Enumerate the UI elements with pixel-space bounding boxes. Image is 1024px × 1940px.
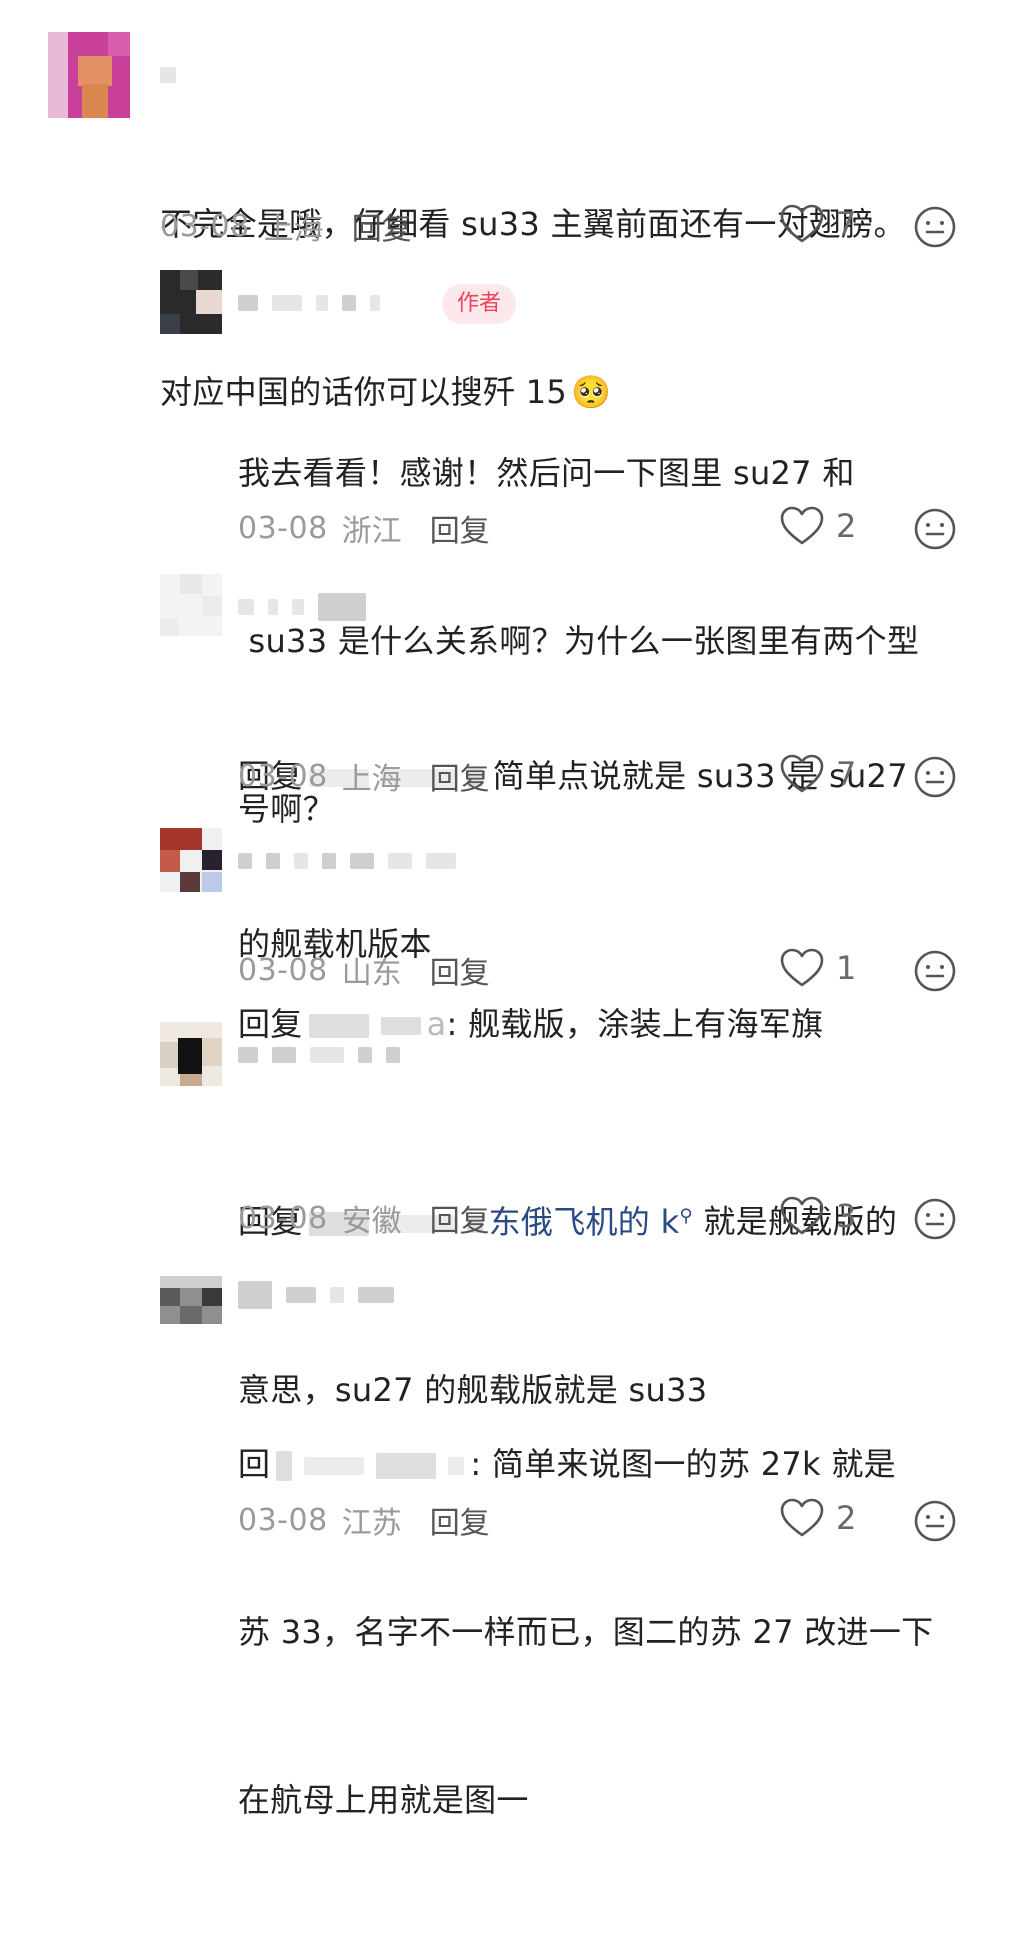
comment-location: 浙江 bbox=[341, 514, 402, 549]
avatar[interactable] bbox=[160, 270, 222, 334]
comment-meta: 03-08 山东 回复 bbox=[238, 948, 490, 992]
mention-blurred bbox=[376, 1453, 437, 1479]
author-badge: 作者 bbox=[442, 284, 517, 324]
comment-date: 03-08 bbox=[238, 758, 328, 794]
avatar[interactable] bbox=[48, 32, 130, 118]
reply-button[interactable]: 回复 bbox=[430, 1498, 490, 1542]
avatar[interactable] bbox=[160, 1022, 222, 1086]
reply-button[interactable]: 回复 bbox=[430, 506, 490, 550]
mention-blurred bbox=[304, 1457, 365, 1475]
search-icon: ⚲ bbox=[679, 1205, 693, 1226]
like-count: 7 bbox=[836, 755, 857, 793]
heart-outline-icon bbox=[780, 204, 824, 243]
like-count: 7 bbox=[836, 205, 857, 243]
reply-button[interactable]: 回复 bbox=[430, 754, 490, 798]
comment-location: 山东 bbox=[341, 956, 402, 991]
reply-button[interactable]: 回复 bbox=[430, 948, 490, 992]
like-button[interactable]: 3 bbox=[780, 1196, 856, 1236]
neutral-face-icon[interactable] bbox=[914, 508, 956, 550]
neutral-face-icon[interactable] bbox=[914, 206, 956, 248]
like-count: 2 bbox=[836, 507, 857, 545]
comment-location: 安徽 bbox=[341, 1204, 402, 1239]
reply-button[interactable]: 回复 bbox=[430, 1196, 490, 1240]
like-button[interactable]: 7 bbox=[780, 754, 856, 794]
neutral-face-icon[interactable] bbox=[914, 1198, 956, 1240]
mention-partial: a bbox=[426, 1005, 447, 1043]
like-count: 2 bbox=[836, 1499, 857, 1537]
comment-location: 上海 bbox=[341, 762, 402, 797]
reply-button[interactable]: 回复 bbox=[352, 204, 412, 248]
heart-outline-icon bbox=[780, 506, 824, 545]
comment-meta: 03-08 安徽 回复 bbox=[238, 1196, 490, 1240]
neutral-face-icon[interactable] bbox=[914, 950, 956, 992]
comment-text: 回: 简单来说图一的苏 27k 就是 苏 33，名字不一样而已，图二的苏 27 … bbox=[238, 1445, 934, 1819]
avatar[interactable] bbox=[160, 574, 222, 636]
comment-location: 上海 bbox=[263, 212, 324, 247]
comment-location: 江苏 bbox=[341, 1506, 402, 1541]
mention-blurred[interactable] bbox=[276, 1451, 293, 1481]
heart-outline-icon bbox=[780, 1498, 824, 1537]
username-blurred[interactable] bbox=[238, 592, 366, 622]
username-blurred[interactable] bbox=[238, 1040, 400, 1070]
search-link[interactable]: 东俄飞机的 k⚲ bbox=[489, 1203, 693, 1241]
comment-date: 03-08 bbox=[238, 1502, 328, 1538]
reply-prefix: 回 bbox=[238, 1445, 271, 1483]
heart-outline-icon bbox=[780, 948, 824, 987]
comment-meta: 03-08 江苏 回复 bbox=[238, 1498, 490, 1542]
username-blurred[interactable] bbox=[238, 288, 380, 318]
comment-date: 03-08 bbox=[238, 952, 328, 988]
comment-date: 03-08 bbox=[238, 510, 328, 546]
username-blurred[interactable] bbox=[238, 846, 456, 876]
heart-outline-icon bbox=[780, 1196, 824, 1235]
like-button[interactable]: 7 bbox=[780, 204, 856, 244]
username-blurred[interactable] bbox=[238, 1280, 394, 1310]
neutral-face-icon[interactable] bbox=[914, 756, 956, 798]
avatar[interactable] bbox=[160, 828, 222, 892]
reply-prefix: 回复 bbox=[238, 1005, 303, 1043]
mention-blurred[interactable] bbox=[308, 1014, 369, 1038]
like-count: 1 bbox=[836, 949, 857, 987]
like-button[interactable]: 2 bbox=[780, 506, 856, 546]
avatar[interactable] bbox=[160, 1276, 222, 1324]
comment-date: 03-08 bbox=[238, 1200, 328, 1236]
like-button[interactable]: 2 bbox=[780, 1498, 856, 1538]
comment-meta: 03-08 上海 回复 bbox=[160, 204, 412, 248]
like-count: 3 bbox=[836, 1197, 857, 1235]
like-button[interactable]: 1 bbox=[780, 948, 856, 988]
mention-blurred bbox=[380, 1017, 421, 1035]
comment-meta: 03-08 浙江 回复 bbox=[238, 506, 490, 550]
comment-meta: 03-08 上海 回复 bbox=[238, 754, 490, 798]
comment-date: 03-08 bbox=[160, 208, 250, 244]
mention-blurred bbox=[448, 1457, 465, 1475]
heart-outline-icon bbox=[780, 754, 824, 793]
neutral-face-icon[interactable] bbox=[914, 1500, 956, 1542]
